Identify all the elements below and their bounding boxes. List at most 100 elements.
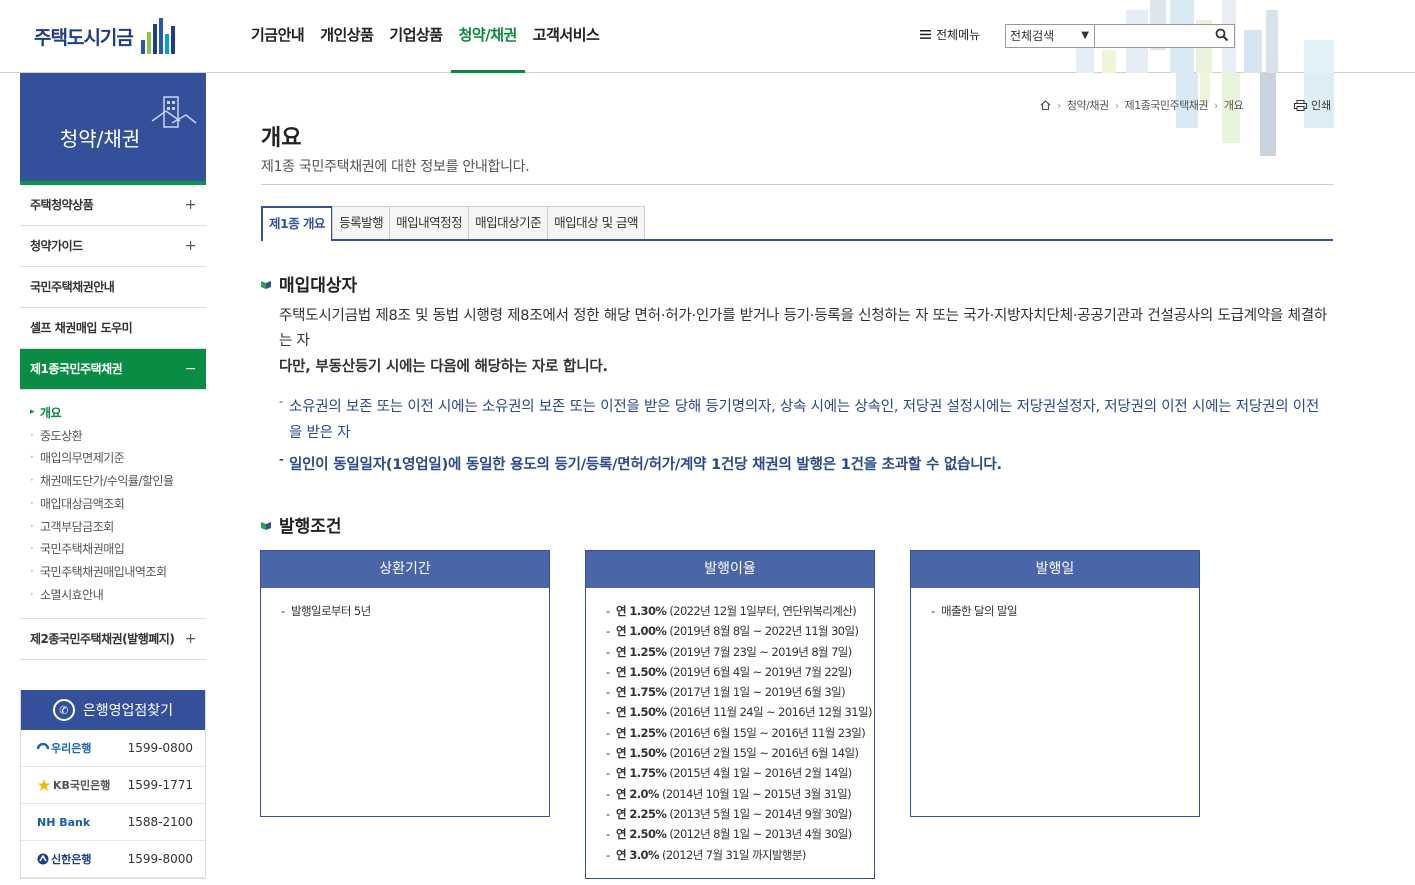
submenu-item-purchase-history[interactable]: 국민주택채권매입내역조회 xyxy=(28,565,167,579)
rate-item: 연 2.25% (2013년 5월 1일 ~ 2014년 9월 30일) xyxy=(606,804,874,825)
chevron-down-icon: ▼ xyxy=(1081,30,1089,41)
card-redemption-period: 상환기간 발행일로부터 5년 xyxy=(260,550,550,817)
tab-type1-overview[interactable]: 제1종 개요 xyxy=(261,206,334,241)
rate-item: 연 3.0% (2012년 7월 31일 까지발행분) xyxy=(606,845,874,866)
logo-text: 주택도시기금 xyxy=(34,26,134,49)
all-menu-button[interactable]: 전체메뉴 xyxy=(920,26,980,43)
buyers-paragraph: 주택도시기금법 제8조 및 동법 시행령 제8조에서 정한 해당 면허·허가·인… xyxy=(279,308,1327,349)
bank-phone: 1599-8000 xyxy=(127,852,193,866)
nav-fund-info[interactable]: 기금안내 xyxy=(243,0,312,73)
sidebar-title: 청약/채권 xyxy=(59,127,141,151)
sidebar-item-self-bond-helper[interactable]: 셀프 채권매입 도우미 xyxy=(20,308,206,349)
sidebar-item-label: 제1종국민주택채권 xyxy=(30,362,123,376)
submenu-item-early-repayment[interactable]: 중도상환 xyxy=(28,429,83,443)
tab-purchase-correction[interactable]: 매입내역정정 xyxy=(389,206,470,239)
card-issue-date: 발행일 매출한 달의 말일 xyxy=(910,550,1200,817)
card-body: 매출한 달의 말일 xyxy=(911,588,1199,622)
sidebar-item-label: 셀프 채권매입 도우미 xyxy=(30,321,133,335)
sidebar-item-label: 국민주택채권안내 xyxy=(30,280,115,294)
card-body: 연 1.30% (2022년 12월 1일부터, 연단위복리계산) 연 1.00… xyxy=(586,588,874,865)
rate-item: 연 1.00% (2019년 8월 8일 ~ 2022년 11월 30일) xyxy=(606,621,874,642)
rate-item: 연 1.75% (2015년 4월 1일 ~ 2016년 2월 14일) xyxy=(606,763,874,784)
rate-item: 연 1.30% (2022년 12월 1일부터, 연단위복리계산) xyxy=(606,601,874,622)
collapse-icon: − xyxy=(184,361,197,377)
submenu-item-sale-price[interactable]: 채권매도단가/수익률/할인율 xyxy=(28,474,174,488)
nav-business-products[interactable]: 기업상품 xyxy=(381,0,450,73)
sidebar-item-label: 주택청약상품 xyxy=(30,198,94,212)
breadcrumb: › 청약/채권 › 제1종국민주택채권 › 개요 xyxy=(1040,97,1244,113)
submenu-item-amount-lookup[interactable]: 매입대상금액조회 xyxy=(28,497,125,511)
expand-icon: + xyxy=(184,197,197,213)
phone-icon: ✆ xyxy=(52,699,75,721)
nav-subscription-bonds[interactable]: 청약/채권 xyxy=(450,0,525,73)
bank-name: 신한은행 xyxy=(51,853,92,866)
nav-personal-products[interactable]: 개인상품 xyxy=(312,0,381,73)
breadcrumb-item[interactable]: 청약/채권 xyxy=(1067,97,1109,113)
sidebar-submenu: 개요 중도상환 매입의무면제기준 채권매도단가/수익률/할인율 매입대상금액조회… xyxy=(20,390,206,620)
expand-icon: + xyxy=(184,238,197,254)
submenu-item-customer-charge[interactable]: 고객부담금조회 xyxy=(28,520,114,534)
buyers-bullet-1: 소유권의 보존 또는 이전 시에는 소유권의 보존 또는 이전을 받은 당해 등… xyxy=(279,389,1331,446)
rate-item: 연 1.25% (2019년 7월 23일 ~ 2019년 8월 7일) xyxy=(606,642,874,663)
search-icon[interactable] xyxy=(1215,28,1229,42)
page-description: 제1종 국민주택채권에 대한 정보를 안내합니다. xyxy=(261,159,530,175)
sidebar-item-label: 청약가이드 xyxy=(30,239,83,253)
site-header: 주택도시기금 기금안내 개인상품 기업상품 청약/채권 고객서비스 전체메뉴 전… xyxy=(0,0,1415,156)
sidebar-item-subscription-guide[interactable]: 청약가이드 + xyxy=(20,226,206,267)
hamburger-icon xyxy=(920,30,931,39)
submenu-item-exemption-criteria[interactable]: 매입의무면제기준 xyxy=(28,451,125,465)
woori-bank-icon xyxy=(37,743,49,750)
rate-item: 연 1.50% (2016년 2월 15일 ~ 2016년 6월 14일) xyxy=(606,743,874,764)
bank-name: KB국민은행 xyxy=(53,779,111,792)
card-title: 발행이율 xyxy=(586,551,874,588)
bank-finder-title: 은행영업점찾기 xyxy=(82,703,174,719)
tab-bar: 제1종 개요 등록발행 매입내역정정 매입대상기준 매입대상 및 금액 xyxy=(261,206,1333,241)
breadcrumb-current: 개요 xyxy=(1223,99,1244,112)
submenu-item-bond-purchase[interactable]: 국민주택채권매입 xyxy=(28,542,125,556)
kb-bank-icon xyxy=(38,779,50,791)
card-title: 상환기간 xyxy=(261,551,549,588)
bank-row-nh[interactable]: NH Bank 1588-2100 xyxy=(21,804,205,841)
bank-row-woori[interactable]: 우리은행 1599-0800 xyxy=(21,730,205,767)
home-icon[interactable] xyxy=(1040,100,1051,110)
search-input[interactable] xyxy=(1095,25,1210,47)
search-scope-select[interactable]: 전체검색 ▼ xyxy=(1005,24,1095,48)
sidebar-item-housing-subscription[interactable]: 주택청약상품 + xyxy=(20,185,206,226)
shinhan-bank-icon xyxy=(37,853,49,865)
sidebar-item-bond-info[interactable]: 국민주택채권안내 xyxy=(20,267,206,308)
breadcrumb-separator: › xyxy=(1213,98,1218,112)
bank-finder-header[interactable]: ✆ 은행영업점찾기 xyxy=(21,690,205,730)
section-heading-buyers: 매입대상자 xyxy=(261,271,357,296)
sidebar-item-label: 제2종국민주택채권(발행폐지) xyxy=(30,632,175,647)
bank-row-shinhan[interactable]: 신한은행 1599-8000 xyxy=(21,841,205,878)
bank-name: NH Bank xyxy=(37,815,91,829)
logo-mark-icon xyxy=(140,18,175,54)
sidebar-item-type2-bond[interactable]: 제2종국민주택채권(발행폐지) + xyxy=(20,619,206,661)
buyers-note: 다만, 부동산등기 시에는 다음에 해당하는 자로 합니다. xyxy=(279,359,608,375)
tab-registered-issue[interactable]: 등록발행 xyxy=(332,206,391,239)
bank-row-kb[interactable]: KB국민은행 1599-1771 xyxy=(21,767,205,804)
submenu-item-prescription[interactable]: 소멸시효안내 xyxy=(28,588,104,602)
print-button[interactable]: 인쇄 xyxy=(1294,97,1331,113)
bank-finder: ✆ 은행영업점찾기 우리은행 1599-0800 KB국민은행 1599-177… xyxy=(20,690,206,879)
rate-item: 연 2.50% (2012년 8월 1일 ~ 2013년 4월 30일) xyxy=(606,824,874,845)
buyers-bullet-2: 일인이 동일일자(1영업일)에 동일한 용도의 등기/등록/면허/허가/계약 1… xyxy=(279,447,1331,479)
tab-purchase-amount[interactable]: 매입대상 및 금액 xyxy=(547,206,646,239)
site-logo[interactable]: 주택도시기금 xyxy=(34,18,175,54)
card-body: 발행일로부터 5년 xyxy=(261,588,549,622)
rate-item: 연 1.75% (2017년 1월 1일 ~ 2019년 6월 3일) xyxy=(606,682,874,703)
sidebar-item-type1-bond[interactable]: 제1종국민주택채권 − xyxy=(20,349,206,390)
card-title: 발행일 xyxy=(911,551,1199,588)
section-heading-label: 발행조건 xyxy=(279,517,342,537)
tab-purchase-criteria[interactable]: 매입대상기준 xyxy=(468,206,549,239)
rate-item: 연 2.0% (2014년 10월 1일 ~ 2015년 3월 31일) xyxy=(606,784,874,805)
submenu-item-overview[interactable]: 개요 xyxy=(28,406,62,420)
nav-customer-service[interactable]: 고객서비스 xyxy=(525,0,608,73)
bank-phone: 1599-1771 xyxy=(127,778,193,792)
rate-item: 연 1.25% (2016년 6월 15일 ~ 2016년 11월 23일) xyxy=(606,723,874,744)
breadcrumb-separator: › xyxy=(1057,98,1061,112)
breadcrumb-item[interactable]: 제1종국민주택채권 xyxy=(1125,97,1209,113)
section-bullet-icon xyxy=(261,280,271,289)
section-heading-issue-terms: 발행조건 xyxy=(261,512,342,537)
sidebar-menu: 주택청약상품 + 청약가이드 + 국민주택채권안내 셀프 채권매입 도우미 제1… xyxy=(20,185,206,661)
